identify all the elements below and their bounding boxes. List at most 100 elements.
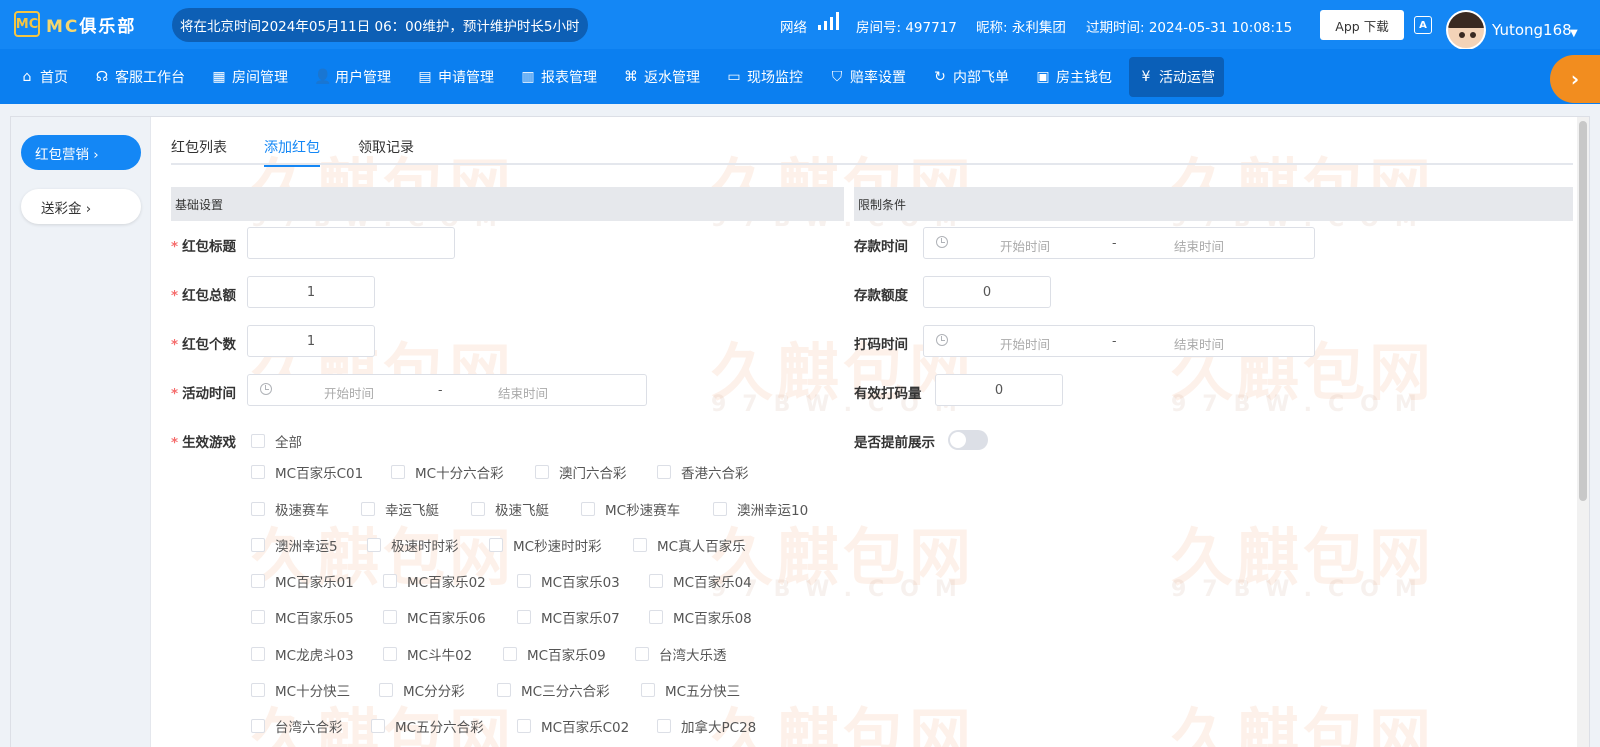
nav-item-odds[interactable]: ⛉ 赔率设置 (820, 57, 915, 97)
game-checkbox[interactable]: MC十分快三 (251, 680, 350, 700)
checkbox[interactable] (635, 647, 649, 661)
count-input[interactable]: 1 (247, 325, 375, 357)
game-checkbox[interactable]: 台湾大乐透 (635, 644, 727, 664)
checkbox[interactable] (251, 465, 265, 479)
checkbox[interactable] (713, 502, 727, 516)
checkbox[interactable] (251, 434, 265, 448)
game-checkbox[interactable]: MC百家乐06 (383, 607, 486, 627)
game-checkbox[interactable]: MC百家乐01 (251, 571, 354, 591)
game-checkbox[interactable]: 幸运飞艇 (361, 499, 439, 519)
tab-red-packet-list[interactable]: 红包列表 (171, 137, 227, 165)
checkbox[interactable] (489, 538, 503, 552)
nav-item-applications[interactable]: ▤ 申请管理 (408, 57, 503, 97)
sidebar-item-red-packet[interactable]: 红包营销 › (21, 135, 141, 170)
tab-claim-records[interactable]: 领取记录 (358, 137, 414, 165)
preview-toggle[interactable] (948, 430, 988, 450)
game-checkbox[interactable]: 香港六合彩 (657, 462, 749, 482)
chevron-right-icon[interactable]: › (1550, 55, 1600, 103)
username[interactable]: Yutong168 (1492, 21, 1572, 39)
game-checkbox[interactable]: MC秒速时时彩 (489, 535, 602, 555)
checkbox[interactable] (367, 538, 381, 552)
checkbox[interactable] (581, 502, 595, 516)
nav-item-rebate[interactable]: ⌘ 返水管理 (614, 57, 709, 97)
bet-time-range[interactable]: 开始时间 - 结束时间 (923, 325, 1315, 357)
game-checkbox[interactable]: MC百家乐03 (517, 571, 620, 591)
checkbox[interactable] (649, 574, 663, 588)
game-checkbox[interactable]: MC百家乐C01 (251, 462, 363, 482)
checkbox[interactable] (371, 719, 385, 733)
checkbox[interactable] (361, 502, 375, 516)
checkbox[interactable] (383, 647, 397, 661)
game-checkbox[interactable]: MC分分彩 (379, 680, 465, 700)
checkbox[interactable] (535, 465, 549, 479)
nav-item-owner-wallet[interactable]: ▣ 房主钱包 (1026, 57, 1121, 97)
scrollbar[interactable] (1577, 117, 1589, 747)
game-checkbox[interactable]: MC龙虎斗03 (251, 644, 354, 664)
game-checkbox[interactable]: 极速时时彩 (367, 535, 459, 555)
game-checkbox[interactable]: MC百家乐02 (383, 571, 486, 591)
game-checkbox[interactable]: MC百家乐C02 (517, 716, 629, 736)
checkbox[interactable] (649, 610, 663, 624)
nav-item-monitor[interactable]: ▭ 现场监控 (717, 57, 812, 97)
nav-item-rooms[interactable]: ▦ 房间管理 (202, 57, 297, 97)
game-checkbox[interactable]: MC百家乐05 (251, 607, 354, 627)
game-checkbox[interactable]: MC三分六合彩 (497, 680, 610, 700)
checkbox[interactable] (497, 683, 511, 697)
game-checkbox[interactable]: MC真人百家乐 (633, 535, 746, 555)
deposit-amount-input[interactable]: 0 (923, 276, 1051, 308)
game-checkbox[interactable]: MC百家乐07 (517, 607, 620, 627)
checkbox[interactable] (517, 574, 531, 588)
nav-item-users[interactable]: 👤 用户管理 (305, 57, 400, 97)
checkbox[interactable] (251, 502, 265, 516)
game-checkbox[interactable]: MC百家乐08 (649, 607, 752, 627)
translate-icon[interactable]: A (1414, 16, 1432, 34)
checkbox[interactable] (383, 574, 397, 588)
game-checkbox[interactable]: 澳洲幸运10 (713, 499, 808, 519)
nav-item-home[interactable]: ⌂ 首页 (10, 57, 77, 97)
checkbox[interactable] (391, 465, 405, 479)
nav-item-service-desk[interactable]: ☊ 客服工作台 (85, 57, 194, 97)
checkbox[interactable] (251, 574, 265, 588)
nav-item-operations[interactable]: ¥ 活动运营 (1129, 56, 1224, 97)
scrollbar-thumb[interactable] (1579, 121, 1587, 501)
tab-add-red-packet[interactable]: 添加红包 (264, 137, 320, 167)
game-checkbox[interactable]: MC五分六合彩 (371, 716, 484, 736)
game-checkbox[interactable]: MC百家乐09 (503, 644, 606, 664)
game-checkbox[interactable]: 极速赛车 (251, 499, 329, 519)
checkbox[interactable] (503, 647, 517, 661)
game-checkbox[interactable]: MC斗牛02 (383, 644, 472, 664)
checkbox[interactable] (251, 610, 265, 624)
game-checkbox[interactable]: MC五分快三 (641, 680, 740, 700)
game-checkbox[interactable]: 极速飞艇 (471, 499, 549, 519)
checkbox[interactable] (379, 683, 393, 697)
game-checkbox[interactable]: MC秒速赛车 (581, 499, 680, 519)
sidebar-item-bonus[interactable]: 送彩金 › (21, 189, 141, 224)
avatar[interactable] (1446, 10, 1486, 50)
app-download-button[interactable]: App 下载 (1320, 10, 1404, 40)
checkbox[interactable] (657, 465, 671, 479)
game-checkbox[interactable]: MC百家乐04 (649, 571, 752, 591)
checkbox[interactable] (641, 683, 655, 697)
checkbox[interactable] (251, 538, 265, 552)
game-checkbox[interactable]: 加拿大PC28 (657, 716, 756, 736)
valid-bet-input[interactable]: 0 (935, 374, 1063, 406)
checkbox[interactable] (251, 683, 265, 697)
checkbox[interactable] (633, 538, 647, 552)
checkbox[interactable] (251, 719, 265, 733)
checkbox[interactable] (657, 719, 671, 733)
nav-item-reports[interactable]: ▥ 报表管理 (511, 57, 606, 97)
checkbox[interactable] (517, 610, 531, 624)
game-checkbox[interactable]: 澳洲幸运5 (251, 535, 338, 555)
game-checkbox[interactable]: 澳门六合彩 (535, 462, 627, 482)
checkbox[interactable] (251, 647, 265, 661)
title-input[interactable] (247, 227, 455, 259)
activity-time-range[interactable]: 开始时间 - 结束时间 (247, 374, 647, 406)
checkbox-all[interactable]: 全部 (251, 431, 302, 451)
amount-input[interactable]: 1 (247, 276, 375, 308)
chevron-down-icon[interactable]: ▼ (1570, 28, 1578, 39)
game-checkbox[interactable]: MC十分六合彩 (391, 462, 504, 482)
nav-item-internal-orders[interactable]: ↻ 内部飞单 (923, 57, 1018, 97)
game-checkbox[interactable]: 台湾六合彩 (251, 716, 343, 736)
checkbox[interactable] (517, 719, 531, 733)
deposit-time-range[interactable]: 开始时间 - 结束时间 (923, 227, 1315, 259)
